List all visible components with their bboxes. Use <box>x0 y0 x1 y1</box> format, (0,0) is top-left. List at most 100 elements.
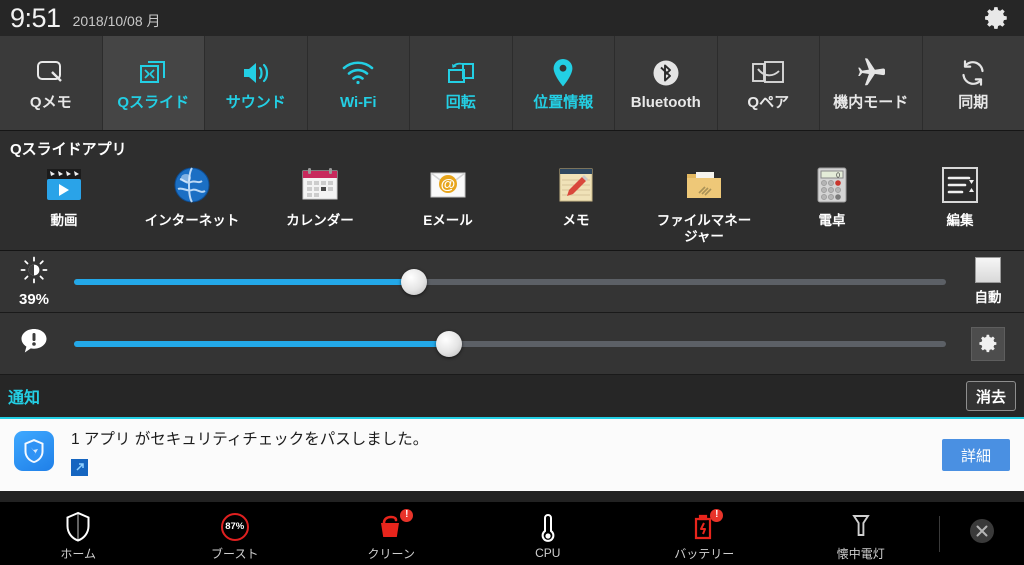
toggle-label: サウンド <box>225 94 286 111</box>
bottom-item-clean[interactable]: ! クリーン <box>313 506 470 562</box>
notification-text: 1 アプリ がセキュリティチェックをパスしました。 <box>71 431 429 449</box>
notification-header: 通知 消去 <box>0 375 1024 420</box>
auto-brightness-control[interactable]: 自動 <box>952 257 1024 306</box>
location-icon <box>551 56 575 90</box>
bottom-item-label: 懐中電灯 <box>836 546 885 561</box>
bluetooth-icon <box>651 56 681 90</box>
brightness-icon <box>20 256 48 289</box>
edit-icon <box>938 163 982 207</box>
gear-icon[interactable] <box>984 5 1010 31</box>
browser-icon <box>170 163 214 207</box>
qslide-app-label: 動画 <box>50 213 78 228</box>
shield-icon <box>64 511 92 543</box>
toggle-wifi[interactable]: Wi-Fi <box>307 36 410 130</box>
bottom-item-battery[interactable]: ! バッテリー <box>626 506 783 562</box>
toggle-label: 同期 <box>958 94 989 111</box>
brightness-track[interactable] <box>74 268 946 295</box>
volume-settings[interactable] <box>952 326 1024 361</box>
toggle-qpair[interactable]: Qペア <box>717 36 820 130</box>
notification-header-label: 通知 <box>8 390 41 408</box>
qpair-icon <box>751 56 785 90</box>
qslide-app-label: Eメール <box>423 213 473 228</box>
volume-left <box>0 326 68 361</box>
toggle-label: 回転 <box>445 94 476 111</box>
qslide-app-memo[interactable]: メモ <box>512 163 640 244</box>
qslide-app-video[interactable]: 動画 <box>0 163 128 244</box>
qslide-apps-section: Qスライドアプリ 動画 インターネット カレンダー @ Eメール メモ ファイル… <box>0 131 1024 252</box>
toggle-bluetooth[interactable]: Bluetooth <box>615 36 718 130</box>
badge: ! <box>710 508 724 522</box>
rotation-icon <box>446 56 476 90</box>
brightness-thumb[interactable] <box>401 268 428 295</box>
bottom-item-cpu[interactable]: CPU <box>470 507 627 560</box>
qslide-section-title: Qスライドアプリ <box>10 141 127 158</box>
qslide-app-label: インターネット <box>144 213 240 228</box>
notification-item[interactable]: 1 アプリ がセキュリティチェックをパスしました。 詳細 <box>0 419 1024 492</box>
notification-action-button[interactable]: 詳細 <box>942 439 1010 472</box>
toggle-sound[interactable]: サウンド <box>205 36 308 130</box>
qslide-app-label: カレンダー <box>286 213 354 228</box>
toggle-qslide[interactable]: Qスライド <box>102 36 205 130</box>
flashlight-icon <box>850 511 872 543</box>
boost-percent: 87% <box>220 512 249 541</box>
auto-brightness-checkbox[interactable] <box>975 257 1001 284</box>
brightness-left: 39% <box>0 256 68 308</box>
date-label: 2018/10/08 月 <box>72 13 161 29</box>
bottom-item-label: クリーン <box>367 546 415 561</box>
toggle-sync[interactable]: 同期 <box>922 36 1024 130</box>
shield-icon <box>14 431 54 472</box>
status-bar: 9:51 2018/10/08 月 <box>0 0 1024 36</box>
auto-brightness-label: 自動 <box>974 290 1002 306</box>
toggle-label: Bluetooth <box>630 94 701 111</box>
toggle-label: 機内モード <box>833 94 909 111</box>
toggle-label: 位置情報 <box>533 94 594 111</box>
brightness-fill <box>74 278 415 285</box>
email-icon: @ <box>426 163 470 207</box>
qslide-app-label: 電卓 <box>818 213 846 228</box>
calculator-icon: 0 <box>810 163 854 207</box>
bottom-item-label: バッテリー <box>674 546 735 561</box>
airplane-icon <box>855 56 887 90</box>
clear-notifications-button[interactable]: 消去 <box>966 381 1016 412</box>
battery-icon: ! <box>692 508 724 543</box>
qslide-app-calendar[interactable]: カレンダー <box>256 163 384 244</box>
qslide-app-label: ファイルマネージャー <box>656 213 752 244</box>
gear-icon[interactable] <box>971 326 1005 361</box>
notification-volume-icon <box>18 326 50 361</box>
sound-icon <box>240 56 272 90</box>
qslide-app-file-manager[interactable]: ファイルマネージャー <box>640 163 768 244</box>
memo-icon <box>554 163 598 207</box>
brightness-slider-row: 39% 自動 <box>0 251 1024 314</box>
quick-settings-toggles: Qメモ Qスライド サウンド Wi-Fi 回転 位置情報 Bluetooth Q… <box>0 36 1024 131</box>
qslide-app-edit[interactable]: 編集 <box>896 163 1024 244</box>
clock: 9:51 <box>10 2 61 33</box>
thermometer-icon <box>537 512 559 544</box>
bottom-item-boost[interactable]: 87% ブースト <box>157 506 314 562</box>
qslide-app-internet[interactable]: インターネット <box>128 163 256 244</box>
video-icon <box>42 163 86 207</box>
bottom-item-home[interactable]: ホーム <box>0 506 157 562</box>
sync-icon <box>958 56 988 90</box>
qslide-app-calculator[interactable]: 0 電卓 <box>768 163 896 244</box>
volume-track[interactable] <box>74 330 946 357</box>
toggle-label: Qスライド <box>117 94 190 111</box>
volume-fill <box>74 340 449 347</box>
toggle-location[interactable]: 位置情報 <box>512 36 615 130</box>
file-manager-icon <box>682 163 726 207</box>
notification-panel: 9:51 2018/10/08 月 Qメモ Qスライド サウンド Wi-Fi 回… <box>0 0 1024 565</box>
wifi-icon <box>341 56 375 90</box>
notification-body: 1 アプリ がセキュリティチェックをパスしました。 <box>71 431 1014 476</box>
close-button[interactable] <box>940 518 1024 549</box>
toggle-rotation[interactable]: 回転 <box>410 36 513 130</box>
brightness-percent: 39% <box>18 290 50 308</box>
toggle-airplane[interactable]: 機内モード <box>820 36 923 130</box>
toggle-qmemo[interactable]: Qメモ <box>0 36 103 130</box>
qslide-app-email[interactable]: @ Eメール <box>384 163 512 244</box>
svg-text:@: @ <box>441 176 456 193</box>
qslide-app-label: メモ <box>562 213 590 228</box>
calendar-icon <box>298 163 342 207</box>
bottom-item-flashlight[interactable]: 懐中電灯 <box>783 506 940 562</box>
volume-thumb[interactable] <box>435 330 462 357</box>
toggle-label: Qペア <box>747 94 790 111</box>
toggle-label: Wi-Fi <box>339 94 377 111</box>
